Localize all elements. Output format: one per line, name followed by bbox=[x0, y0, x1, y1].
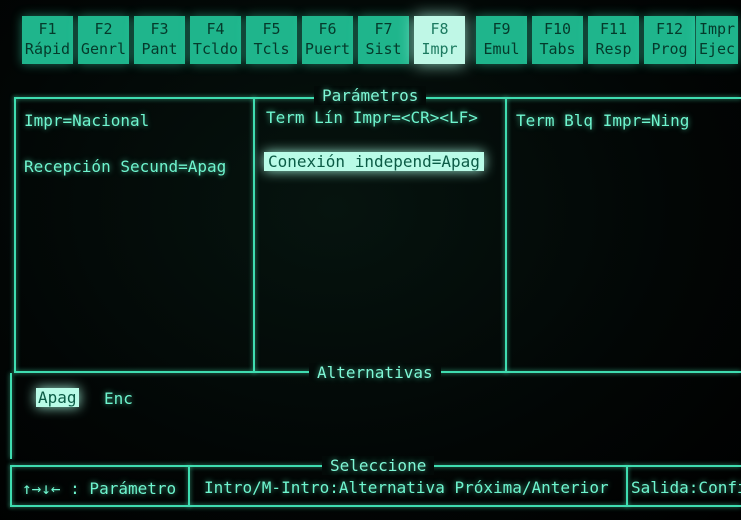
function-key-bar: F1 Rápid F2 Genrl F3 Pant F4 Tcldo F5 Tcls F6… bbox=[22, 16, 741, 66]
parameters-divider-1 bbox=[253, 97, 255, 373]
fkey-key: F6 bbox=[318, 20, 337, 38]
hint-parameter-nav: ↑→↓← : Parámetro bbox=[22, 479, 177, 498]
fkey-label: Pant bbox=[141, 40, 178, 58]
alternative-apag[interactable]: Apag bbox=[36, 388, 79, 407]
fkey-key: F12 bbox=[655, 20, 684, 38]
fkey-f6[interactable]: F6 Puert bbox=[302, 16, 353, 64]
fkey-f2[interactable]: F2 Genrl bbox=[78, 16, 129, 64]
fkey-label: Impr bbox=[421, 40, 458, 58]
parameters-left-border bbox=[14, 97, 16, 373]
fkey-label: Puert bbox=[304, 40, 351, 58]
param-term-lin-impr[interactable]: Term Lín Impr=<CR><LF> bbox=[266, 108, 478, 127]
select-title: Seleccione bbox=[322, 456, 435, 475]
fkey-label: Tcls bbox=[253, 40, 290, 58]
alternatives-left-border bbox=[10, 373, 12, 459]
fkey-label: Tcldo bbox=[192, 40, 239, 58]
fkey-label: Tabs bbox=[539, 40, 576, 58]
fkey-impr[interactable]: Impr Ejec bbox=[696, 16, 738, 64]
fkey-key: Impr bbox=[698, 20, 736, 38]
fkey-key: F5 bbox=[262, 20, 281, 38]
fkey-label: Prog bbox=[651, 40, 688, 58]
fkey-label: Ejec bbox=[698, 40, 736, 58]
hint-exit: Salida:Config bbox=[631, 478, 741, 497]
fkey-key: F7 bbox=[374, 20, 393, 38]
fkey-f5[interactable]: F5 Tcls bbox=[246, 16, 297, 64]
alternative-enc[interactable]: Enc bbox=[104, 389, 133, 408]
param-term-blq-impr[interactable]: Term Blq Impr=Ning bbox=[516, 111, 689, 130]
fkey-key: F3 bbox=[150, 20, 169, 38]
fkey-f8[interactable]: F8 Impr bbox=[414, 16, 465, 64]
fkey-label: Sist bbox=[365, 40, 402, 58]
select-bottom-border bbox=[10, 505, 741, 507]
fkey-key: F11 bbox=[599, 20, 628, 38]
fkey-f1[interactable]: F1 Rápid bbox=[22, 16, 73, 64]
fkey-label: Genrl bbox=[80, 40, 127, 58]
fkey-key: F10 bbox=[543, 20, 572, 38]
fkey-key: F1 bbox=[38, 20, 57, 38]
parameters-title: Parámetros bbox=[314, 86, 427, 105]
select-divider-2 bbox=[626, 465, 628, 507]
fkey-f3[interactable]: F3 Pant bbox=[134, 16, 185, 64]
terminal-screen: F1 Rápid F2 Genrl F3 Pant F4 Tcldo F5 Tcls F6… bbox=[0, 0, 741, 520]
fkey-label: Rápid bbox=[24, 40, 71, 58]
fkey-key: F2 bbox=[94, 20, 113, 38]
fkey-f9[interactable]: F9 Emul bbox=[476, 16, 527, 64]
select-left-border bbox=[10, 465, 12, 507]
fkey-f4[interactable]: F4 Tcldo bbox=[190, 16, 241, 64]
param-impr[interactable]: Impr=Nacional bbox=[24, 111, 149, 130]
fkey-f10[interactable]: F10 Tabs bbox=[532, 16, 583, 64]
fkey-label: Resp bbox=[595, 40, 632, 58]
param-recepcion-secund[interactable]: Recepción Secund=Apag bbox=[24, 157, 226, 176]
fkey-f7[interactable]: F7 Sist bbox=[358, 16, 409, 64]
parameters-divider-2 bbox=[505, 97, 507, 373]
select-divider-1 bbox=[188, 465, 190, 507]
alternatives-title: Alternativas bbox=[309, 363, 441, 382]
param-conexion-independ[interactable]: Conexión independ=Apag bbox=[264, 152, 484, 171]
hint-alternative-nav: Intro/M-Intro:Alternativa Próxima/Anteri… bbox=[204, 478, 609, 497]
fkey-key: F4 bbox=[206, 20, 225, 38]
fkey-f11[interactable]: F11 Resp bbox=[588, 16, 639, 64]
fkey-f12[interactable]: F12 Prog bbox=[644, 16, 695, 64]
fkey-key: F9 bbox=[492, 20, 511, 38]
fkey-key: F8 bbox=[430, 20, 449, 38]
fkey-label: Emul bbox=[483, 40, 520, 58]
